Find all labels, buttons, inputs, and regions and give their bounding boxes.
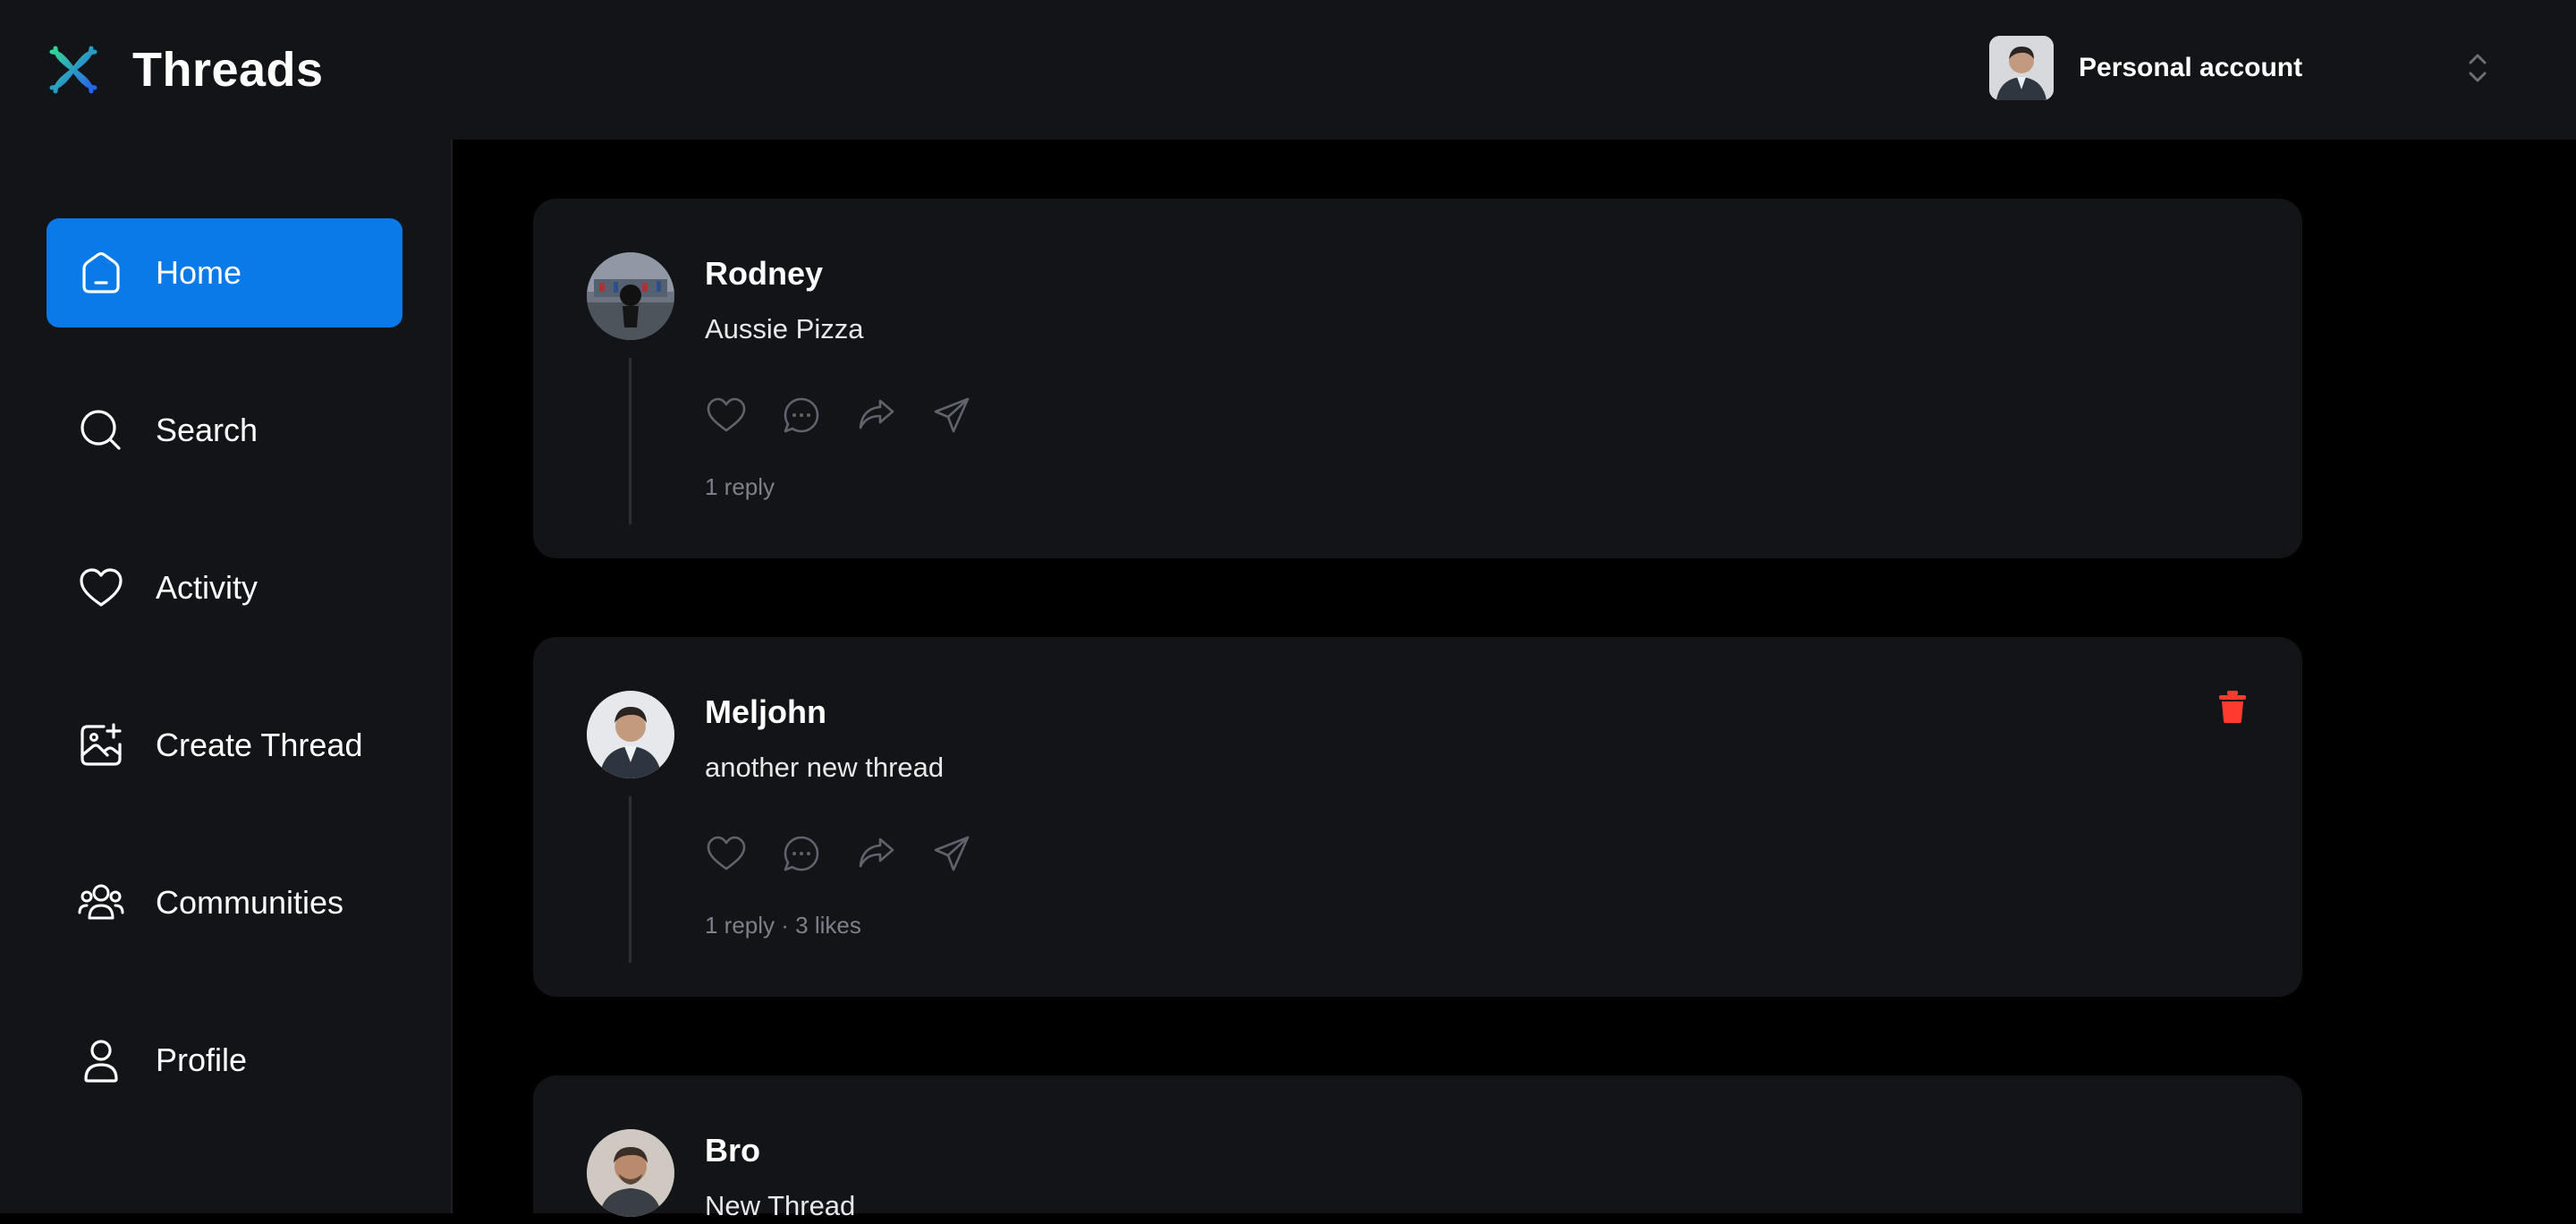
threads-logo-icon[interactable] [43,39,104,100]
sidebar-item-label: Create Thread [156,727,363,763]
thread-line [629,796,631,963]
profile-icon [84,1040,118,1083]
sidebar-item-search[interactable]: Search [47,376,402,485]
home-icon [82,251,120,293]
heart-icon[interactable] [705,832,748,875]
sidebar-item-label: Search [156,412,258,448]
sidebar-item-label: Home [156,254,242,291]
thread-card: Rodney Aussie Pizza 1 reply [533,199,2302,558]
sidebar: Home Search Activity Create Thread Commu… [0,140,453,1213]
account-avatar [1989,36,2054,100]
comment-icon[interactable] [780,832,823,875]
thread-content: another new thread [705,752,945,783]
sidebar-item-activity[interactable]: Activity [47,533,402,642]
share-icon[interactable] [930,394,973,437]
sidebar-item-label: Communities [156,884,344,921]
thread-content: New Thread [705,1190,856,1221]
communities-icon [78,884,124,920]
thread-line [629,358,631,524]
thread-author[interactable]: Rodney [705,254,823,293]
create-thread-icon [80,723,122,766]
thread-card: Bro New Thread [533,1075,2302,1221]
thread-actions [705,394,1009,437]
thread-author[interactable]: Meljohn [705,693,826,732]
thread-actions [705,832,1009,875]
author-avatar[interactable] [587,1129,674,1217]
thread-content: Aussie Pizza [705,313,864,344]
thread-card: Meljohn another new thread 1 reply · 3 l… [533,637,2302,997]
author-avatar[interactable] [587,252,674,340]
top-bar: Threads Personal account [0,0,2576,140]
thread-meta[interactable]: 1 reply [705,472,775,501]
search-icon [80,410,121,450]
sidebar-item-label: Activity [156,569,258,606]
author-avatar[interactable] [587,691,674,778]
sidebar-item-create-thread[interactable]: Create Thread [47,691,402,800]
thread-author[interactable]: Bro [705,1131,760,1170]
sidebar-item-profile[interactable]: Profile [47,1006,402,1115]
thread-meta[interactable]: 1 reply · 3 likes [705,911,861,939]
account-label: Personal account [2079,53,2303,82]
share-icon[interactable] [930,832,973,875]
repost-icon[interactable] [855,832,898,875]
delete-icon[interactable] [2216,689,2249,725]
chevron-up-down-icon[interactable] [2465,48,2490,88]
heart-icon[interactable] [705,394,748,437]
sidebar-item-home[interactable]: Home [47,218,402,327]
heart-icon [80,568,123,607]
sidebar-item-communities[interactable]: Communities [47,848,402,957]
comment-icon[interactable] [780,394,823,437]
account-switcher[interactable]: Personal account [1989,36,2490,100]
brand-title[interactable]: Threads [132,39,324,100]
repost-icon[interactable] [855,394,898,437]
sidebar-item-label: Profile [156,1041,248,1078]
